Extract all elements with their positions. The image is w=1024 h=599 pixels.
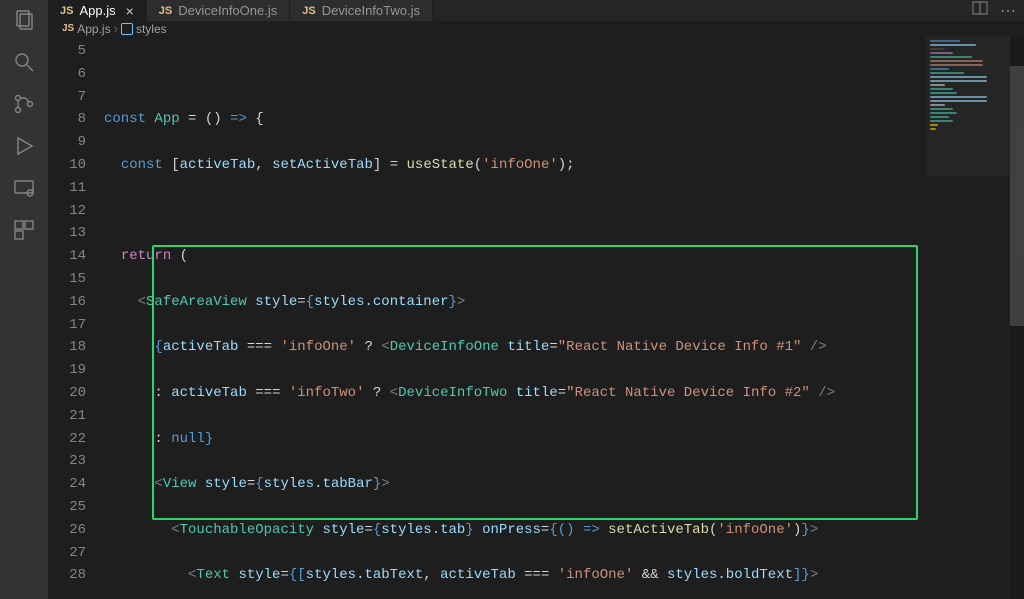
chevron-right-icon: › xyxy=(114,21,118,36)
run-debug-icon[interactable] xyxy=(12,134,36,158)
vertical-scrollbar[interactable] xyxy=(1010,36,1024,599)
extensions-icon[interactable] xyxy=(12,218,36,242)
tab-label: DeviceInfoOne.js xyxy=(178,3,277,18)
tab-deviceinfoone-js[interactable]: JS DeviceInfoOne.js xyxy=(147,0,290,21)
explorer-icon[interactable] xyxy=(12,8,36,32)
search-icon[interactable] xyxy=(12,50,36,74)
js-file-icon: JS xyxy=(60,5,73,17)
js-file-icon: JS xyxy=(62,23,74,34)
editor-area[interactable]: 5678910111213141516171819202122232425262… xyxy=(48,36,1024,599)
tab-label: DeviceInfoTwo.js xyxy=(322,3,420,18)
line-number-gutter: 5678910111213141516171819202122232425262… xyxy=(48,36,104,599)
breadcrumb-symbol[interactable]: styles xyxy=(136,22,167,36)
breadcrumbs[interactable]: JS App.js › styles xyxy=(48,21,1024,36)
editor-actions: ⋯ xyxy=(972,0,1024,21)
app-root: JS App.js × JS DeviceInfoOne.js JS Devic… xyxy=(0,0,1024,599)
close-icon[interactable]: × xyxy=(126,3,134,19)
more-actions-icon[interactable]: ⋯ xyxy=(1000,1,1016,21)
activity-bar xyxy=(0,0,48,599)
split-editor-icon[interactable] xyxy=(972,0,988,21)
minimap[interactable] xyxy=(926,36,1010,176)
code-content[interactable]: const App = () => { const [activeTab, se… xyxy=(104,36,1024,599)
scroll-thumb[interactable] xyxy=(1010,66,1024,326)
js-file-icon: JS xyxy=(159,5,172,17)
tab-app-js[interactable]: JS App.js × xyxy=(48,0,147,21)
js-file-icon: JS xyxy=(302,5,315,17)
breadcrumb-file[interactable]: App.js xyxy=(77,22,110,36)
editor-main: JS App.js × JS DeviceInfoOne.js JS Devic… xyxy=(48,0,1024,599)
tabs-row: JS App.js × JS DeviceInfoOne.js JS Devic… xyxy=(48,0,1024,21)
tab-deviceinfotwo-js[interactable]: JS DeviceInfoTwo.js xyxy=(290,0,433,21)
remote-icon[interactable] xyxy=(12,176,36,200)
source-control-icon[interactable] xyxy=(12,92,36,116)
symbol-icon xyxy=(121,23,133,35)
tab-label: App.js xyxy=(79,3,115,18)
